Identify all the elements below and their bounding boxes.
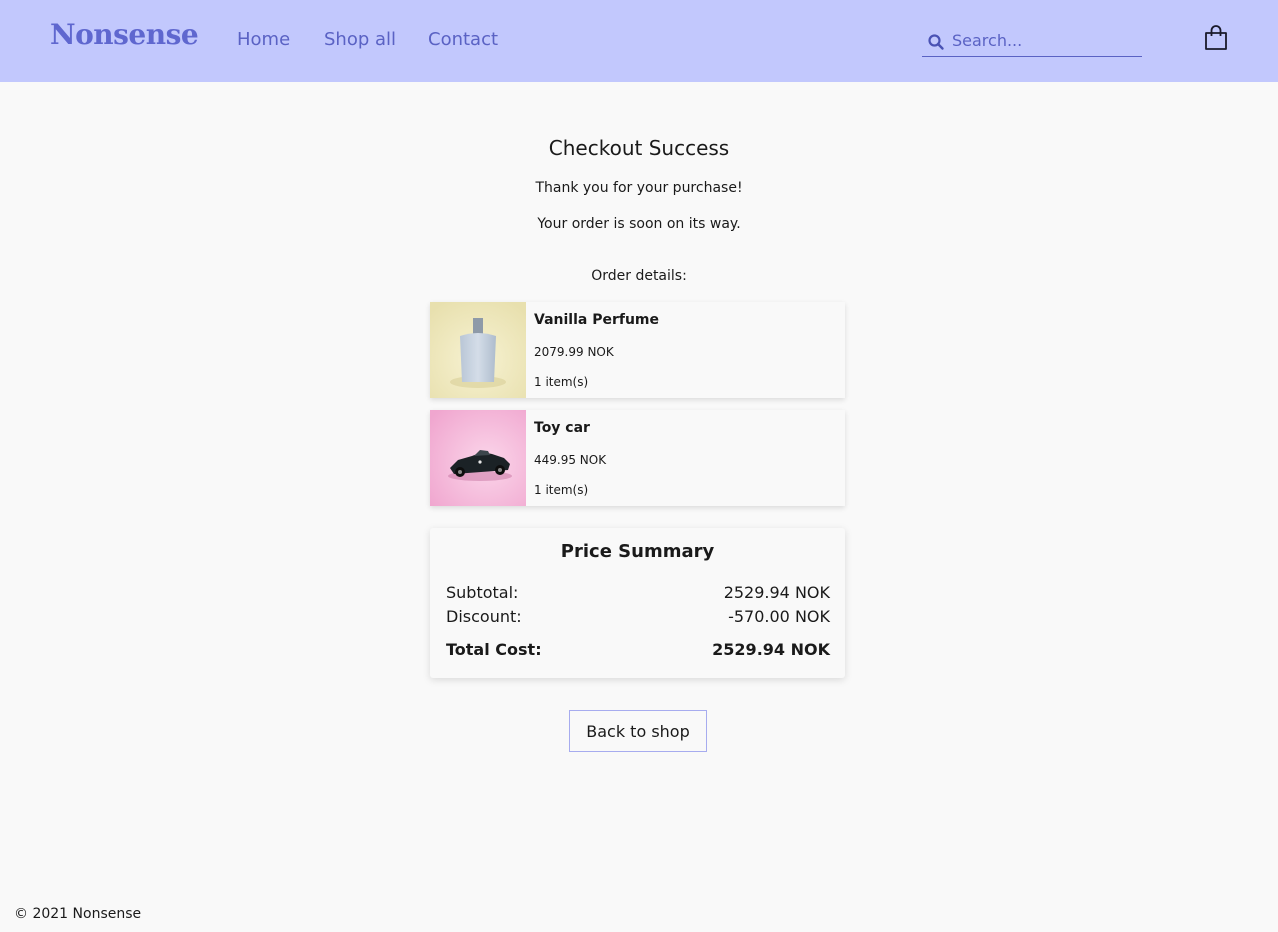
nav-home[interactable]: Home (237, 29, 290, 50)
nav-contact[interactable]: Contact (428, 29, 498, 50)
page-title: Checkout Success (548, 136, 730, 160)
discount-label: Discount: (446, 607, 522, 626)
subtotal-label: Subtotal: (446, 583, 519, 602)
search-input[interactable] (952, 28, 1137, 52)
order-item: Vanilla Perfume 2079.99 NOK 1 item(s) (430, 302, 845, 398)
price-summary-title: Price Summary (560, 541, 715, 562)
item-name: Toy car (534, 420, 590, 436)
order-details-label: Order details: (591, 268, 687, 284)
thank-you-text: Thank you for your purchase! (535, 180, 743, 196)
toy-car-image (430, 410, 526, 506)
item-quantity: 1 item(s) (534, 375, 589, 389)
item-quantity: 1 item(s) (534, 483, 589, 497)
back-to-shop-button[interactable]: Back to shop (569, 710, 707, 752)
price-summary-card: Price Summary Subtotal: 2529.94 NOK Disc… (430, 528, 845, 678)
subtotal-value: 2529.94 NOK (723, 583, 830, 602)
search-bar (922, 28, 1142, 57)
item-name: Vanilla Perfume (534, 312, 660, 328)
total-label: Total Cost: (446, 640, 542, 659)
search-icon[interactable] (927, 33, 945, 51)
site-logo[interactable]: Nonsense (50, 18, 199, 51)
site-header: Nonsense Home Shop all Contact (0, 0, 1278, 82)
shopping-bag-icon[interactable] (1203, 24, 1229, 52)
order-item: Toy car 449.95 NOK 1 item(s) (430, 410, 845, 506)
order-status-text: Your order is soon on its way. (537, 216, 741, 232)
discount-value: -570.00 NOK (728, 607, 830, 626)
footer-copyright: © 2021 Nonsense (14, 906, 142, 922)
perfume-bottle-image (430, 302, 526, 398)
nav-shop-all[interactable]: Shop all (324, 29, 396, 50)
total-value: 2529.94 NOK (712, 640, 830, 659)
item-price: 2079.99 NOK (534, 345, 614, 359)
item-price: 449.95 NOK (534, 453, 607, 467)
